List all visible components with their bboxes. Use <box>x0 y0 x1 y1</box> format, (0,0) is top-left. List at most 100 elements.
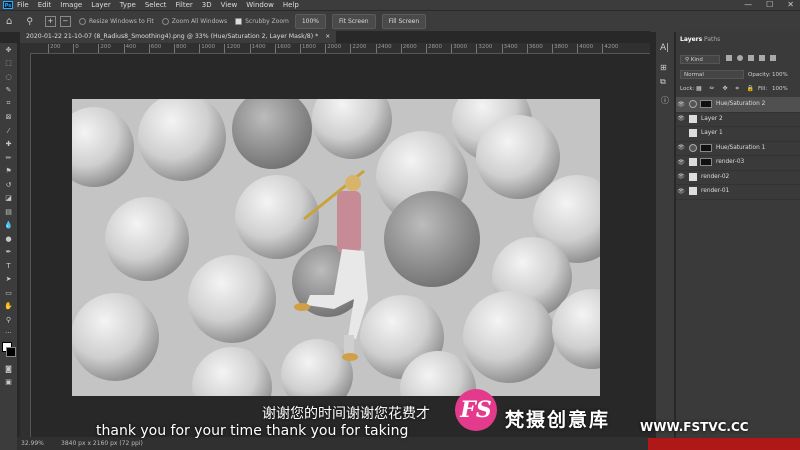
history-brush-tool-icon[interactable]: ↺ <box>0 178 17 192</box>
fit-screen-button[interactable]: Fit Screen <box>332 14 376 29</box>
filter-type-icon[interactable] <box>748 55 754 61</box>
blend-mode-dropdown[interactable]: Normal <box>680 70 744 79</box>
menu-file[interactable]: File <box>17 1 29 9</box>
layer-mask-thumbnail[interactable] <box>700 158 712 167</box>
scrubby-zoom-checkbox[interactable]: Scrubby Zoom <box>235 18 289 25</box>
hand-tool-icon[interactable]: ✋ <box>0 300 17 314</box>
move-tool-icon[interactable]: ✥ <box>0 43 17 57</box>
tab-layers[interactable]: Layers <box>680 36 702 43</box>
menu-type[interactable]: Type <box>120 1 136 9</box>
info-panel-icon[interactable]: ⓘ <box>661 95 669 106</box>
menu-edit[interactable]: Edit <box>38 1 52 9</box>
window-controls: — ☐ ✕ <box>744 0 794 10</box>
ruler-tick <box>224 44 226 53</box>
eraser-tool-icon[interactable]: ◪ <box>0 192 17 206</box>
panel-icon-column: A| ⊞ ⧉ ⓘ <box>656 31 674 450</box>
ruler-label: 3200 <box>478 44 493 50</box>
layer-row-render-01[interactable]: 👁 render-01 <box>676 184 800 200</box>
maximize-button[interactable]: ☐ <box>766 0 773 10</box>
ruler-label: 4000 <box>579 44 594 50</box>
zoom-tool-icon[interactable]: ⚲ <box>26 17 33 27</box>
pen-tool-icon[interactable]: ✒ <box>0 246 17 260</box>
filter-pixel-icon[interactable] <box>726 55 732 61</box>
filter-smart-icon[interactable] <box>770 55 776 61</box>
zoom-100-button[interactable]: 100% <box>294 14 326 29</box>
gradient-tool-icon[interactable]: ▤ <box>0 205 17 219</box>
minimize-button[interactable]: — <box>744 0 752 10</box>
quick-select-tool-icon[interactable]: ✎ <box>0 84 17 98</box>
kind-filter-dropdown[interactable]: ⚲ Kind <box>680 55 720 64</box>
photoshop-logo-icon[interactable]: Ps <box>3 1 13 9</box>
home-icon[interactable]: ⌂ <box>6 16 12 27</box>
path-selection-tool-icon[interactable]: ➤ <box>0 273 17 287</box>
filter-shape-icon[interactable] <box>759 55 765 61</box>
layer-row-render-03[interactable]: 👁 render-03 <box>676 155 800 171</box>
visibility-eye-icon[interactable]: 👁 <box>676 144 686 151</box>
fill-input[interactable]: 100% <box>772 86 788 92</box>
brush-tool-icon[interactable]: ✏ <box>0 151 17 165</box>
rectangle-tool-icon[interactable]: ▭ <box>0 286 17 300</box>
menu-window[interactable]: Window <box>246 1 274 9</box>
ruler-label: 4200 <box>604 44 619 50</box>
fill-screen-button[interactable]: Fill Screen <box>381 14 427 29</box>
layer-thumbnail <box>689 114 697 123</box>
clone-stamp-tool-icon[interactable]: ⚑ <box>0 165 17 179</box>
ruler-label: 1200 <box>226 44 241 50</box>
menu-select[interactable]: Select <box>145 1 167 9</box>
layer-comps-icon[interactable]: ⧉ <box>660 77 666 87</box>
layer-row-render-02[interactable]: 👁 render-02 <box>676 170 800 185</box>
opacity-input[interactable]: 100% <box>772 72 788 78</box>
healing-brush-tool-icon[interactable]: ✚ <box>0 138 17 152</box>
close-tab-icon[interactable]: × <box>325 33 330 40</box>
visibility-eye-icon[interactable]: 👁 <box>676 115 686 122</box>
resize-windows-checkbox[interactable]: Resize Windows to Fit <box>78 18 154 25</box>
layer-row-layer-2[interactable]: 👁 Layer 2 <box>676 112 800 127</box>
character-panel-icon[interactable]: A| <box>660 43 669 53</box>
eyedropper-tool-icon[interactable]: ⁄ <box>0 124 17 138</box>
document-canvas-image[interactable] <box>72 99 600 396</box>
quick-mask-icon[interactable]: ◙ <box>0 362 17 376</box>
zoom-out-icon[interactable]: − <box>59 16 71 27</box>
background-color-swatch[interactable] <box>6 347 16 357</box>
more-tools-icon[interactable]: ··· <box>0 327 17 341</box>
screen-mode-icon[interactable]: ▣ <box>0 376 17 390</box>
type-tool-icon[interactable]: T <box>0 259 17 273</box>
tab-paths[interactable]: Paths <box>704 36 720 43</box>
zoom-all-windows-checkbox[interactable]: Zoom All Windows <box>161 18 227 25</box>
document-tab[interactable]: 2020-01-22 21-10-07 (8_Radius8_Smoothing… <box>20 31 337 43</box>
ruler-label: 3600 <box>528 44 543 50</box>
menu-image[interactable]: Image <box>60 1 82 9</box>
lasso-tool-icon[interactable]: ◌ <box>0 70 17 84</box>
color-swatches-icon[interactable] <box>0 340 17 362</box>
blur-tool-icon[interactable]: 💧 <box>0 219 17 233</box>
menu-3d[interactable]: 3D <box>202 1 212 9</box>
close-window-button[interactable]: ✕ <box>787 0 794 10</box>
ruler-tick <box>300 44 301 53</box>
dodge-tool-icon[interactable]: ● <box>0 232 17 246</box>
filter-adjustment-icon[interactable] <box>737 55 743 61</box>
zoom-level[interactable]: 32.99% <box>21 440 44 447</box>
marquee-tool-icon[interactable]: ⬚ <box>0 57 17 71</box>
lock-icons[interactable]: ▦ ✏ ✥ ⌗ 🔒 <box>696 85 757 93</box>
ruler-tick <box>400 44 402 53</box>
layer-row-layer-1[interactable]: Layer 1 <box>676 126 800 142</box>
ruler-label: 3400 <box>503 44 518 50</box>
zoom-in-icon[interactable]: + <box>44 16 56 27</box>
visibility-eye-icon[interactable]: 👁 <box>676 188 686 195</box>
menu-filter[interactable]: Filter <box>175 1 192 9</box>
frame-tool-icon[interactable]: ⊠ <box>0 111 17 125</box>
zoom-tool-sidebar-icon[interactable]: ⚲ <box>0 313 17 327</box>
menu-view[interactable]: View <box>221 1 238 9</box>
menu-help[interactable]: Help <box>283 1 299 9</box>
layer-row-hue-saturation-2[interactable]: 👁 Hue/Saturation 2 <box>676 97 800 113</box>
visibility-eye-icon[interactable]: 👁 <box>676 101 686 108</box>
layer-mask-thumbnail[interactable] <box>700 100 712 109</box>
tools-panel: ✥ ⬚ ◌ ✎ ⌗ ⊠ ⁄ ✚ ✏ ⚑ ↺ ◪ ▤ 💧 ● ✒ T ➤ ▭ ✋ … <box>0 43 17 450</box>
adjustments-panel-icon[interactable]: ⊞ <box>660 63 667 72</box>
menu-layer[interactable]: Layer <box>91 1 111 9</box>
layer-mask-thumbnail[interactable] <box>700 143 712 152</box>
visibility-eye-icon[interactable]: 👁 <box>676 173 686 180</box>
visibility-eye-icon[interactable]: 👁 <box>676 159 686 166</box>
layer-row-hue-saturation-1[interactable]: 👁 Hue/Saturation 1 <box>676 141 800 156</box>
crop-tool-icon[interactable]: ⌗ <box>0 97 17 111</box>
